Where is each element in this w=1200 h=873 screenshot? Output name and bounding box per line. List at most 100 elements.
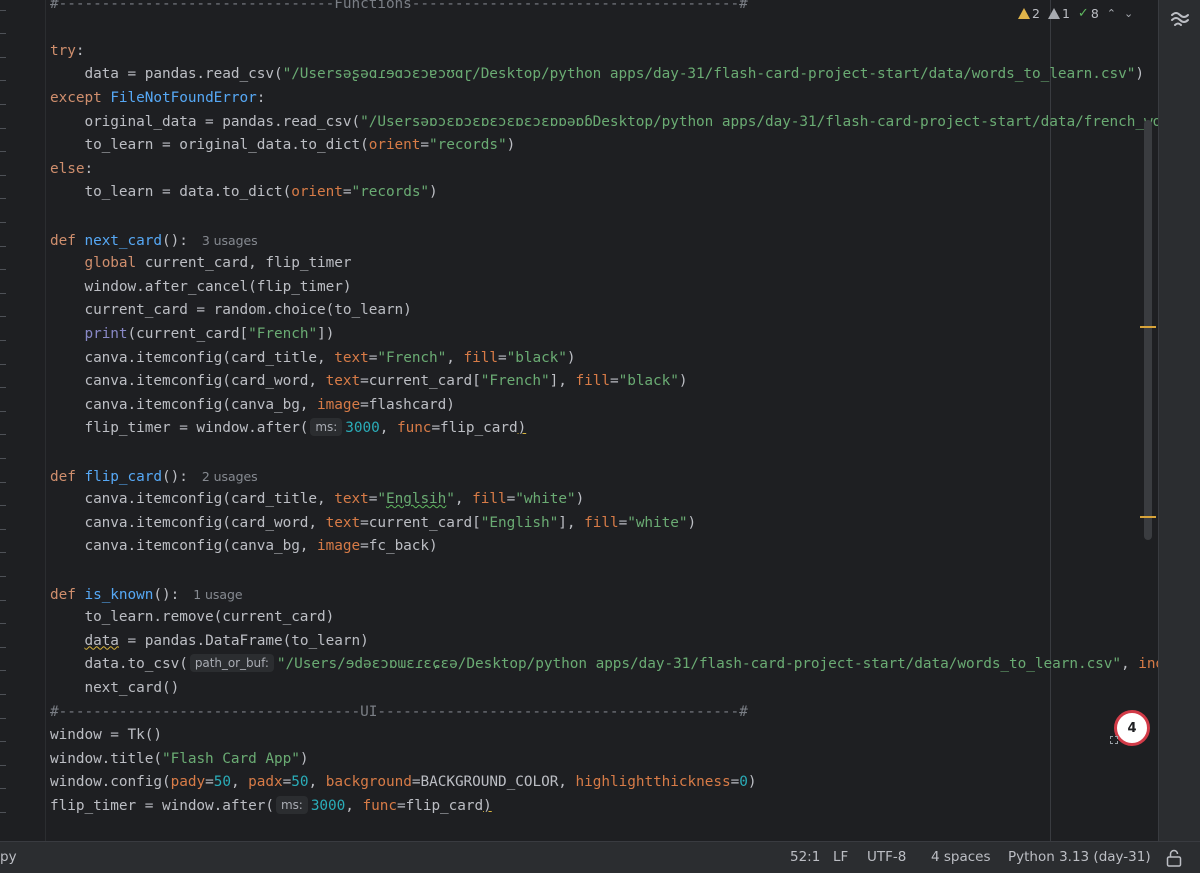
code-token: = <box>609 373 619 390</box>
code-token: ) <box>483 797 492 814</box>
code-line[interactable]: to_learn = original_data.to_dict(orient=… <box>50 134 515 158</box>
code-line[interactable]: window = Tk() <box>50 724 162 748</box>
ai-assistant-icon[interactable] <box>1168 8 1190 30</box>
code-token: ) <box>687 514 697 531</box>
code-token: window = Tk() <box>50 727 162 744</box>
code-line[interactable]: except FileNotFoundError: <box>50 87 265 111</box>
code-token: "white" <box>515 491 576 508</box>
code-line[interactable]: def is_known(): 1 usage <box>50 583 243 607</box>
code-line[interactable]: print(current_card["French"]) <box>50 323 334 347</box>
code-token: "records" <box>351 184 430 201</box>
gutter-tick <box>0 363 6 365</box>
usages-hint[interactable]: 1 usage <box>193 587 242 602</box>
gutter-tick <box>0 623 6 625</box>
code-token: current_card, flip_timer <box>144 255 352 272</box>
code-token: 50 <box>291 774 309 791</box>
code-line[interactable]: canva.itemconfig(card_word, text=current… <box>50 370 687 394</box>
code-token: "black" <box>506 349 567 366</box>
code-token: padx <box>248 774 283 791</box>
code-token: 50 <box>213 774 231 791</box>
parameter-hint[interactable]: ms: <box>310 418 343 437</box>
code-token: else <box>50 160 85 177</box>
checkmark-icon: ✓ <box>1077 5 1089 21</box>
code-token: "English" <box>480 514 559 531</box>
code-line[interactable]: next_card() <box>50 677 179 701</box>
code-token: 3000 <box>345 420 380 437</box>
gutter-tick <box>0 693 6 695</box>
code-token: "French" <box>248 325 318 342</box>
gutter-tick <box>0 292 6 294</box>
weak-warnings-indicator[interactable]: 1 <box>1047 5 1070 21</box>
code-line[interactable]: canva.itemconfig(card_title, text = "Engls… <box>50 488 584 512</box>
gutter-tick <box>0 741 6 743</box>
code-line[interactable]: to_learn.remove(current_card) <box>50 606 334 630</box>
code-line[interactable]: canva.itemconfig(canva_bg, image=fc_back… <box>50 535 437 559</box>
inspection-widget[interactable]: 2 1 ✓ 8 ⌃ ⌄ <box>1018 4 1133 22</box>
code-line[interactable]: window.title("Flash Card App") <box>50 748 308 772</box>
code-line[interactable]: def next_card(): 3 usages <box>50 229 258 253</box>
usages-hint[interactable]: 3 usages <box>202 233 258 248</box>
code-line[interactable]: #-----------------------------------UI--… <box>50 701 748 725</box>
code-line[interactable]: global current_card, flip_timer <box>50 252 352 276</box>
code-line[interactable]: to_learn = data.to_dict(orient="records"… <box>50 181 437 205</box>
caret-position[interactable]: 52:1 <box>790 842 820 873</box>
code-token: data.to_csv( <box>50 656 188 673</box>
code-line[interactable]: canva.itemconfig(canva_bg, image=flashca… <box>50 394 454 418</box>
python-interpreter[interactable]: Python 3.13 (day-31) <box>1008 842 1151 873</box>
code-token: = <box>282 774 292 791</box>
code-line[interactable]: original_data = pandas.read_csv("/Usersə… <box>50 111 1158 135</box>
code-token: "/UsersəɒɔɛɒɔɛɒɛɔɛɒɛɔɛɒɒəɒɓDesktop/pytho… <box>360 113 1158 130</box>
code-line[interactable]: data.to_csv(path_or_buf: "/Users/ɘdəɛɔɒɯɛ… <box>50 653 1158 677</box>
next-problem-button[interactable]: ⌄ <box>1124 7 1133 20</box>
gutter-tick <box>0 316 6 318</box>
code-token: : <box>84 160 94 177</box>
code-line[interactable]: flip_timer = window.after(ms: 3000, func=… <box>50 795 492 819</box>
scrollbar-warning-marker[interactable] <box>1140 326 1156 328</box>
warnings-indicator[interactable]: 2 <box>1018 6 1040 21</box>
code-token: to_learn.remove(current_card) <box>50 609 335 626</box>
code-token: fill <box>584 514 619 531</box>
weak-warnings-count: 1 <box>1061 5 1070 21</box>
code-token: canva.itemconfig(card_title, <box>50 491 335 508</box>
indent-setting[interactable]: 4 spaces <box>931 842 991 873</box>
previous-problem-button[interactable]: ⌃ <box>1107 7 1116 20</box>
code-token: fill <box>472 491 507 508</box>
code-line[interactable]: window.after_cancel(flip_timer) <box>50 276 352 300</box>
gutter-tick <box>0 646 6 648</box>
code-line[interactable]: data = pandas.DataFrame(to_learn) <box>50 630 368 654</box>
code-line[interactable]: def flip_card(): 2 usages <box>50 465 258 489</box>
parameter-hint[interactable]: path_or_buf: <box>189 654 274 673</box>
code-token: , <box>379 420 397 437</box>
code-line[interactable]: else: <box>50 158 93 182</box>
gutter-tick <box>0 410 6 412</box>
line-separator[interactable]: LF <box>833 842 848 873</box>
code-token: : <box>75 42 85 59</box>
code-token: =current_card[ <box>360 373 481 390</box>
code-token: ) <box>506 137 516 154</box>
code-token: ) <box>299 750 309 767</box>
code-token: data <box>84 632 119 649</box>
code-line[interactable]: current_card = random.choice(to_learn) <box>50 299 411 323</box>
file-encoding[interactable]: UTF-8 <box>867 842 906 873</box>
code-token: window.after_cancel(flip_timer) <box>50 278 352 295</box>
code-editor[interactable]: #--------------------------------Functio… <box>0 0 1158 841</box>
code-token: ) <box>747 774 757 791</box>
usages-hint[interactable]: 2 usages <box>202 469 258 484</box>
code-line[interactable]: try: <box>50 40 85 64</box>
scrollbar-warning-marker[interactable] <box>1140 516 1156 518</box>
code-line[interactable]: canva.itemconfig(card_title, text = "Frenc… <box>50 347 575 371</box>
parameter-hint[interactable]: ms: <box>275 795 308 814</box>
code-line[interactable]: data = pandas.read_csv("/Usersəʂəɑɾɘɑɔɛɔ… <box>50 63 1144 87</box>
code-line[interactable]: canva.itemconfig(card_word, text=current… <box>50 512 696 536</box>
vertical-scrollbar[interactable] <box>1144 120 1152 540</box>
unlock-icon[interactable] <box>1166 849 1182 867</box>
notification-badge[interactable]: 4 <box>1114 710 1150 746</box>
code-line[interactable]: window.config(pady=50, padx=50, backgrou… <box>50 771 757 795</box>
ok-indicator[interactable]: ✓ 8 <box>1078 6 1099 21</box>
line-gutter[interactable] <box>0 0 46 841</box>
code-token: original_data = pandas.read_csv( <box>50 113 361 130</box>
code-line[interactable]: #--------------------------------Functio… <box>50 0 748 16</box>
gutter-tick <box>0 481 6 483</box>
code-line[interactable]: flip_timer = window.after(ms: 3000, func=… <box>50 417 526 441</box>
